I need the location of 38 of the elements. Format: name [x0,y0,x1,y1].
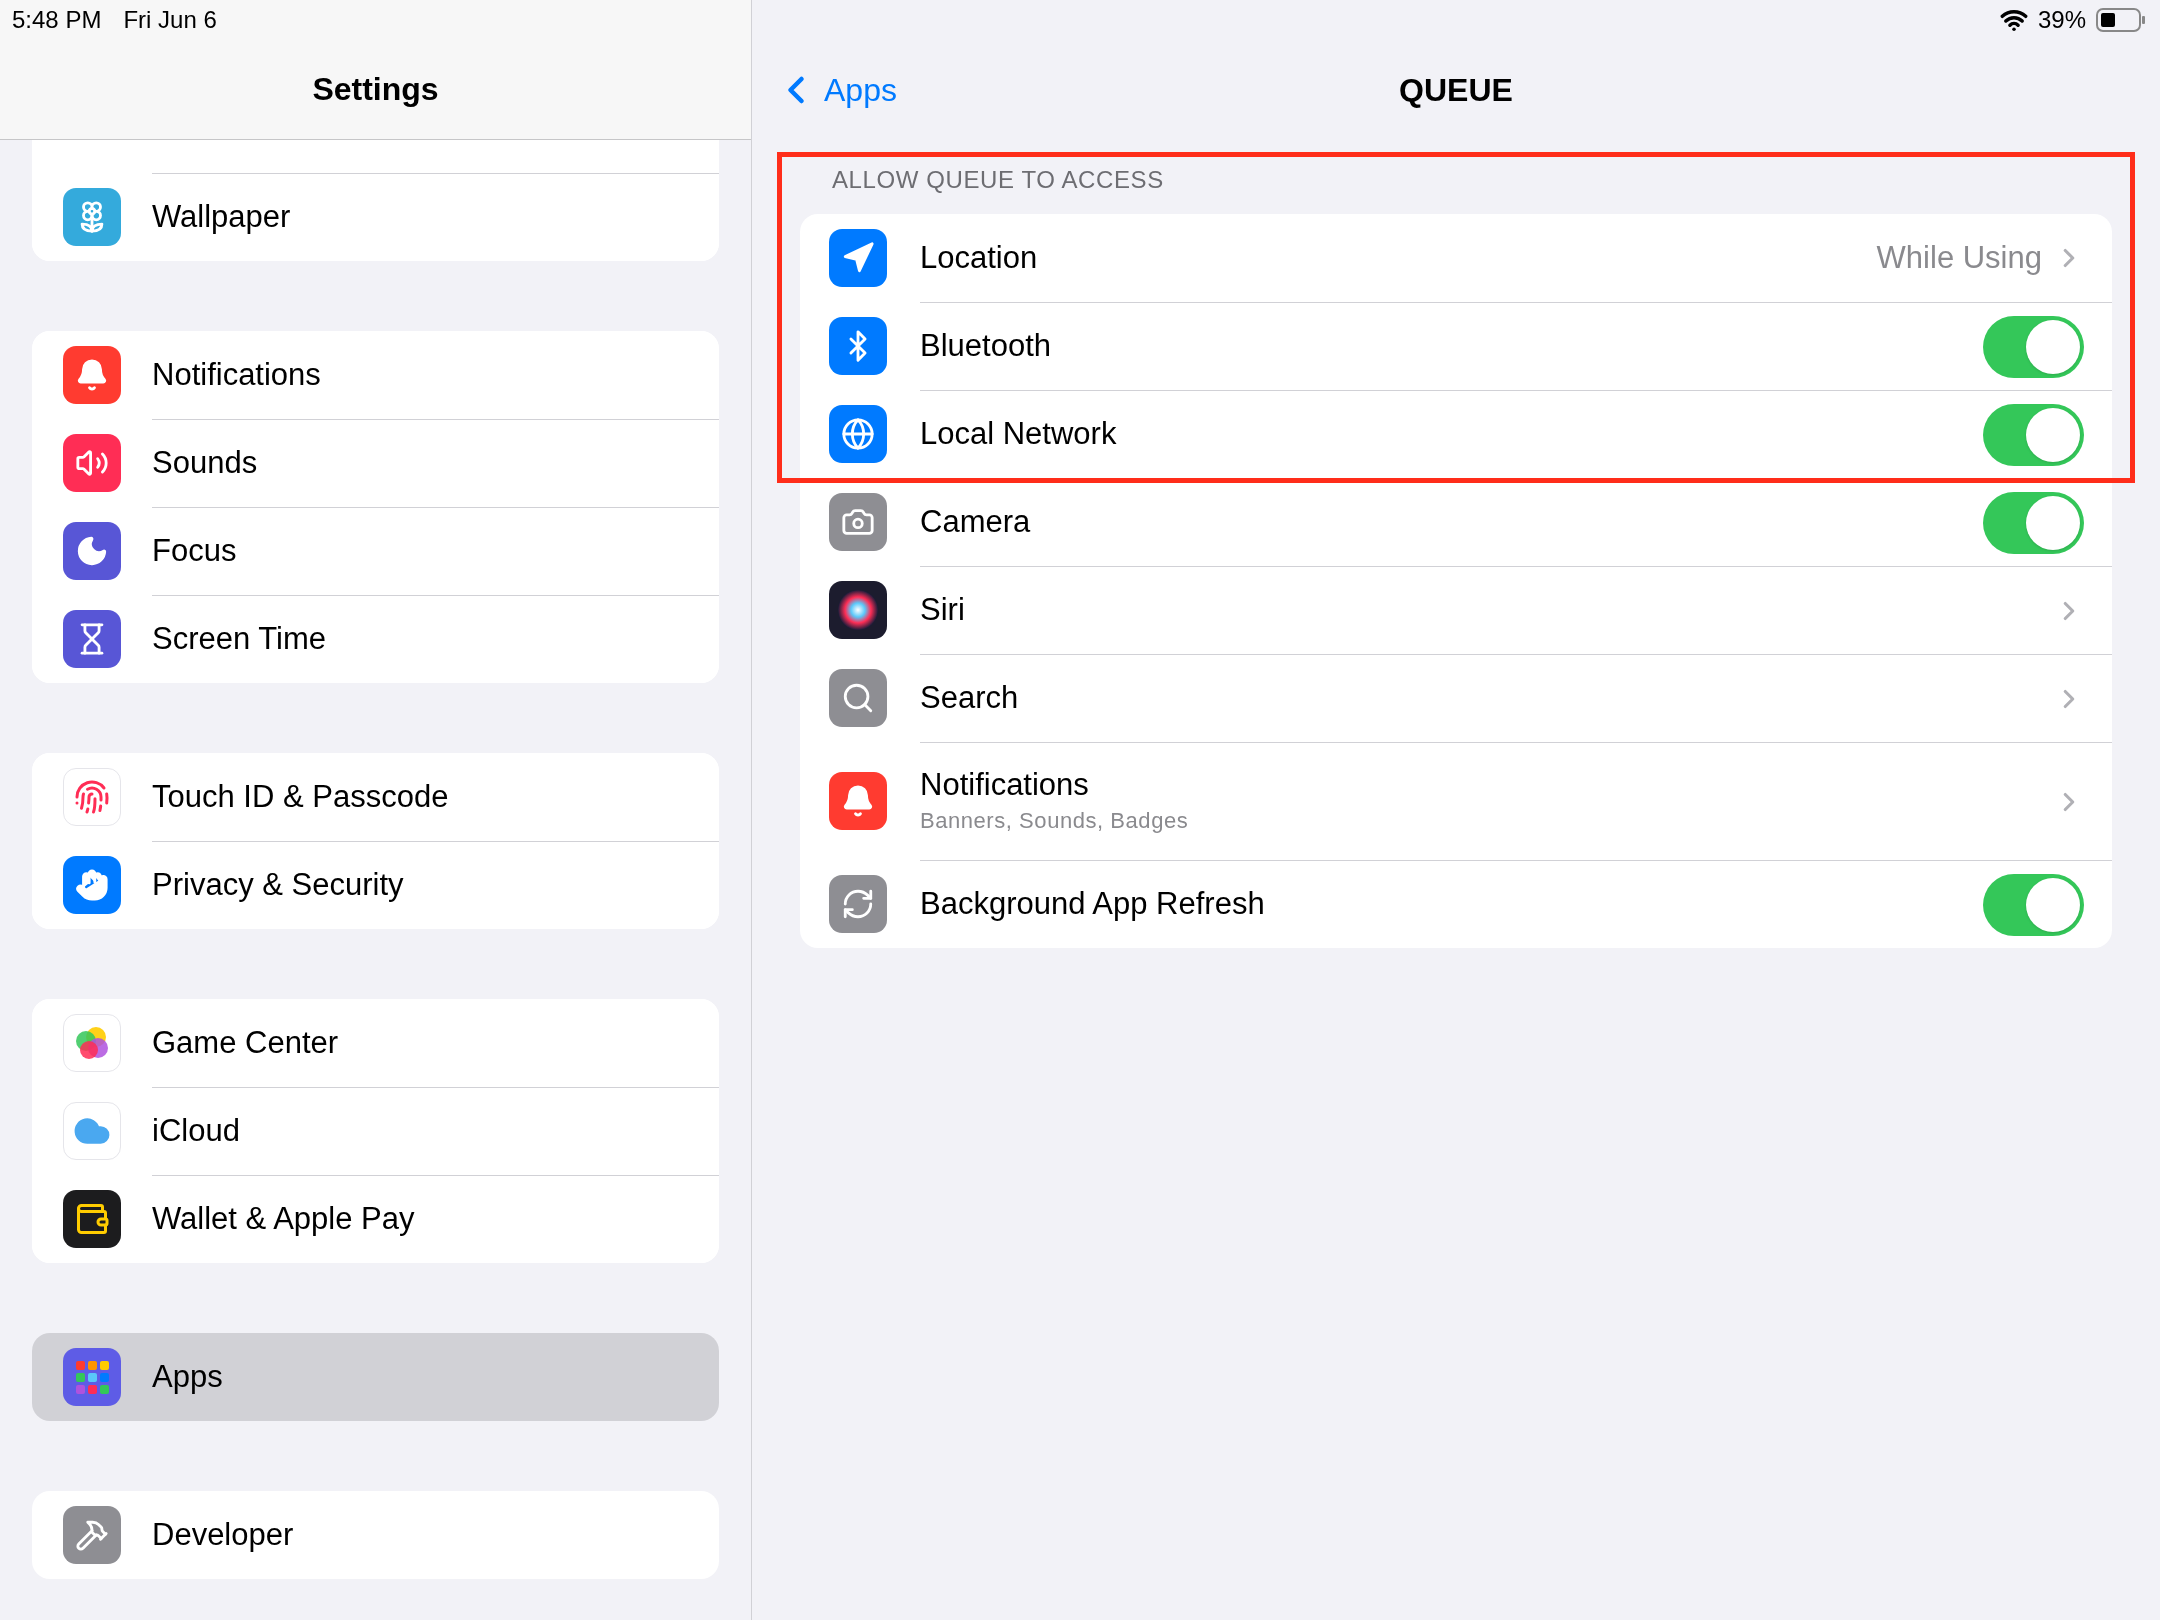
status-time: 5:48 PM [12,4,102,35]
camera-icon [829,493,887,551]
search-icon [829,669,887,727]
battery-icon [2096,8,2146,32]
orb-icon [829,581,887,639]
setting-label: Background App Refresh [920,885,1266,924]
cloud-icon [63,1102,121,1160]
setting-label: Location [920,238,1039,277]
sidebar-item[interactable]: Apps [32,1333,719,1421]
battery-percent: 39% [2037,5,2086,35]
hand-icon [63,856,121,914]
setting-label: Camera [920,503,1032,542]
bubbles-icon [63,1014,121,1072]
moon-icon [63,522,121,580]
grid-icon [63,1348,121,1406]
globe-icon [829,405,887,463]
back-button[interactable]: Apps [752,66,897,114]
setting-label: Notifications [920,765,1090,804]
bell-icon [63,346,121,404]
status-date: Fri Jun 6 [123,4,217,35]
page-title: QUEUE [1399,71,1513,110]
setting-label: Search [920,679,1020,718]
speaker-icon [63,434,121,492]
refresh-icon [829,875,887,933]
hammer-icon [63,1506,121,1564]
setting-label: Local Network [920,415,1118,454]
fingerprint-icon [63,768,121,826]
setting-label: Bluetooth [920,327,1052,366]
setting-subtitle: Banners, Sounds, Badges [920,807,1190,836]
setting-value: While Using [1876,238,2042,277]
bell-icon [829,772,887,830]
hourglass-icon [63,610,121,668]
bluetooth-icon [829,317,887,375]
flower-icon [63,188,121,246]
wallet-icon [63,1190,121,1248]
section-header: ALLOW QUEUE TO ACCESS [832,165,1164,195]
sidebar-title: Settings [312,70,439,110]
setting-label: Siri [920,591,966,630]
